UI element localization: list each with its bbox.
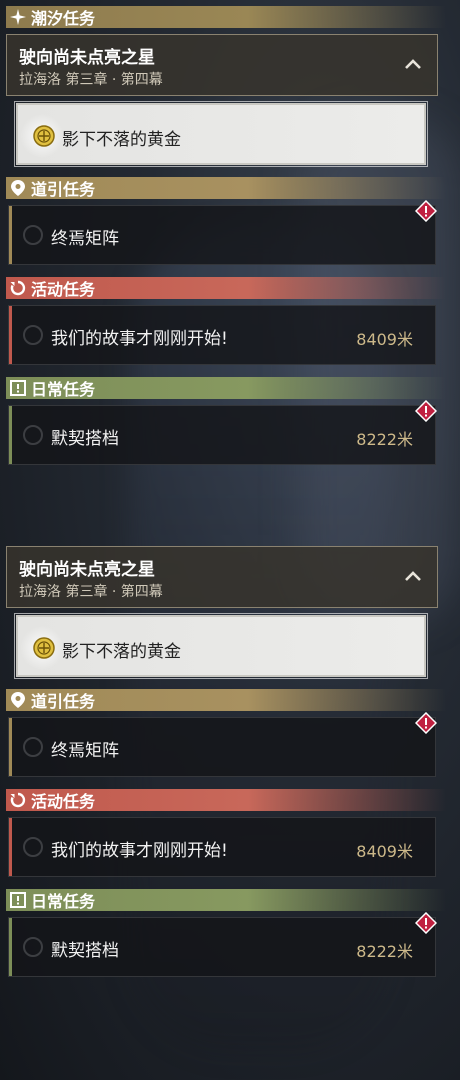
active-task-label: 影下不落的黄金 [62,130,181,150]
section-header-daily: 日常任务 [6,889,446,911]
target-icon [32,124,56,148]
task-label: 默契搭档 [51,429,119,449]
location-pin-icon [10,180,26,196]
task-distance: 8222米 [356,430,413,449]
quest-panel-bottom: 驶向尚未点亮之星 拉海洛 第三章 · 第四幕 影下不落的黄金 道引任务 终焉矩阵… [0,540,460,977]
section-title: 潮汐任务 [31,9,96,28]
task-card-event[interactable]: 我们的故事才刚刚开始! 8409米 [8,305,436,365]
task-card-daily[interactable]: 默契搭档 8222米 [8,911,438,977]
accent-bar [9,206,12,264]
quest-panel-top: 潮汐任务 驶向尚未点亮之星 拉海洛 第三章 · 第四幕 影下不落的黄金 道引任务… [0,0,460,465]
chevron-up-icon[interactable] [403,567,423,587]
sparkle-icon [10,9,26,25]
alert-diamond-icon [414,199,438,223]
task-label: 我们的故事才刚刚开始! [51,329,228,349]
alert-diamond-icon [414,399,438,423]
refresh-icon [10,280,26,296]
task-distance: 8222米 [356,942,413,961]
task-distance: 8409米 [356,842,413,861]
section-title: 道引任务 [31,692,96,711]
task-card-daily[interactable]: 默契搭档 8222米 [8,399,438,465]
active-task-card[interactable]: 影下不落的黄金 [14,101,428,167]
chapter-card[interactable]: 驶向尚未点亮之星 拉海洛 第三章 · 第四幕 [6,34,438,96]
section-title: 活动任务 [31,280,96,299]
radio-circle[interactable] [23,425,43,445]
chapter-subtitle: 拉海洛 第三章 · 第四幕 [19,72,163,88]
active-task-card[interactable]: 影下不落的黄金 [14,613,428,679]
task-card-guide[interactable]: 终焉矩阵 [8,199,438,265]
task-label: 默契搭档 [51,941,119,961]
section-header-event: 活动任务 [6,277,446,299]
chapter-card[interactable]: 驶向尚未点亮之星 拉海洛 第三章 · 第四幕 [6,546,438,608]
section-title: 日常任务 [31,892,96,911]
accent-bar [9,918,12,976]
section-header-event: 活动任务 [6,789,446,811]
section-header-guide: 道引任务 [6,177,446,199]
radio-circle[interactable] [23,325,43,345]
radio-circle[interactable] [23,737,43,757]
exclamation-box-icon [10,380,26,396]
refresh-icon [10,792,26,808]
chapter-title: 驶向尚未点亮之星 [19,560,155,580]
alert-diamond-icon [414,911,438,935]
task-label: 终焉矩阵 [51,741,119,761]
accent-bar [9,718,12,776]
radio-circle[interactable] [23,837,43,857]
task-card-guide[interactable]: 终焉矩阵 [8,711,438,777]
task-distance: 8409米 [356,330,413,349]
task-label: 终焉矩阵 [51,229,119,249]
section-title: 活动任务 [31,792,96,811]
section-title: 日常任务 [31,380,96,399]
chapter-subtitle: 拉海洛 第三章 · 第四幕 [19,584,163,600]
section-title: 道引任务 [31,180,96,199]
section-header-guide: 道引任务 [6,689,446,711]
alert-diamond-icon [414,711,438,735]
active-task-label: 影下不落的黄金 [62,642,181,662]
exclamation-box-icon [10,892,26,908]
target-icon [32,636,56,660]
accent-bar [9,306,12,364]
radio-circle[interactable] [23,937,43,957]
accent-bar [9,406,12,464]
task-label: 我们的故事才刚刚开始! [51,841,228,861]
radio-circle[interactable] [23,225,43,245]
section-header-daily: 日常任务 [6,377,446,399]
task-card-event[interactable]: 我们的故事才刚刚开始! 8409米 [8,817,436,877]
chapter-title: 驶向尚未点亮之星 [19,48,155,68]
section-header-tide: 潮汐任务 [6,6,446,28]
chevron-up-icon[interactable] [403,55,423,75]
accent-bar [9,818,12,876]
location-pin-icon [10,692,26,708]
